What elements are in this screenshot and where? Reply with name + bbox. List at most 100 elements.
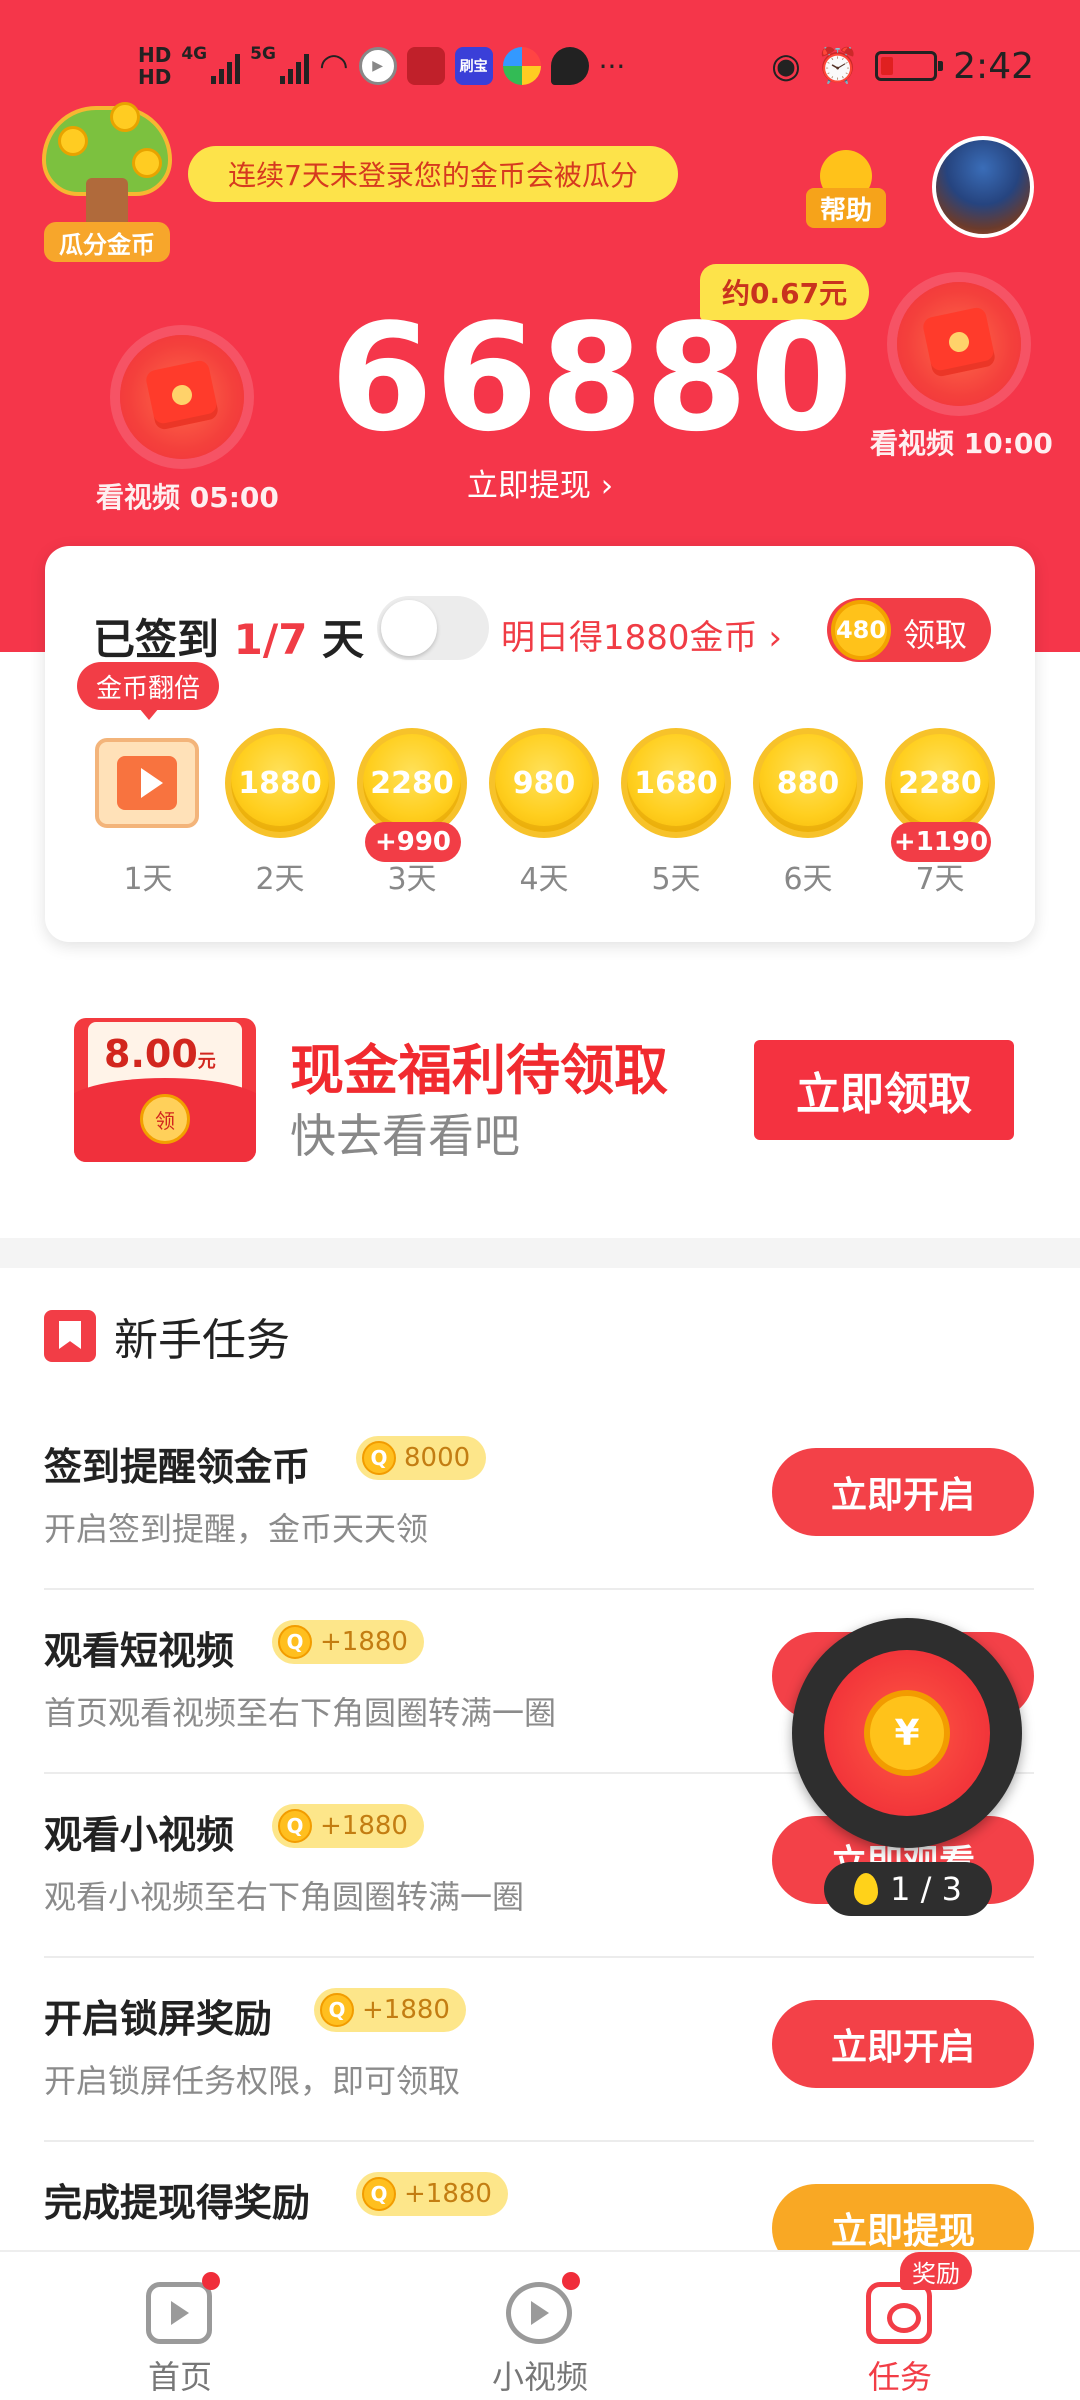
notification-dot — [562, 2272, 580, 2290]
eye-icon: ◉ — [771, 46, 801, 86]
task-reward-badge: Q +1880 — [272, 1804, 424, 1848]
day-item[interactable]: 2280 +990 3天 — [341, 716, 473, 897]
task-reward-value: +1880 — [320, 1627, 408, 1657]
signal-icon — [211, 48, 241, 84]
day-coin-value: 980 — [489, 728, 599, 838]
task-section-title: 新手任务 — [114, 1315, 290, 1366]
day-label: 4天 — [519, 862, 569, 897]
tasks-icon — [866, 2282, 932, 2344]
avatar[interactable] — [932, 136, 1034, 238]
signal-icon — [279, 48, 309, 84]
day-item[interactable]: 980 4天 — [473, 716, 605, 897]
red-packet-right-button[interactable] — [897, 282, 1021, 406]
video-timer-left: 看视频 05:00 — [96, 481, 279, 514]
video-play-icon — [506, 2282, 572, 2344]
coin-icon — [110, 102, 140, 132]
help-label: 帮助 — [806, 188, 886, 228]
task-reward-badge: Q +1880 — [314, 1988, 466, 2032]
task-reward-value: +1880 — [404, 2179, 492, 2209]
task-reward-value: 8000 — [404, 1443, 471, 1473]
withdraw-link[interactable]: 立即提现 › — [440, 460, 640, 505]
help-button[interactable]: 帮助 — [806, 150, 886, 230]
claim-coin-icon: 480 — [831, 600, 891, 660]
checkin-progress: 1/7 — [233, 615, 308, 664]
status-right: ◉ ⏰ 2:42 — [771, 38, 1034, 94]
task-reward-badge: Q +1880 — [272, 1620, 424, 1664]
checkin-status: 已签到 1/7 天 — [93, 606, 364, 667]
task-reward-value: +1880 — [320, 1811, 408, 1841]
red-packet-left-button[interactable] — [120, 335, 244, 459]
nav-short-video[interactable]: 小视频 — [440, 2272, 640, 2396]
day-item[interactable]: 2280 +1190 7天 — [869, 716, 1001, 897]
day-label: 1天 — [123, 862, 173, 897]
day-item[interactable]: 1680 5天 — [605, 716, 737, 897]
bookmark-icon — [44, 1310, 96, 1362]
day-coin-value: 880 — [753, 728, 863, 838]
coin-icon: Q — [278, 1625, 312, 1659]
nav-label: 小视频 — [491, 2358, 588, 2396]
floating-red-packet-button[interactable]: ¥ — [792, 1618, 1022, 1848]
claim-label: 领取 — [903, 616, 968, 654]
hd-indicator: HD HD — [138, 44, 171, 88]
clock: 2:42 — [953, 45, 1034, 87]
task-row: 开启锁屏奖励 Q +1880 开启锁屏任务权限，即可领取 立即开启 — [44, 1958, 1034, 2142]
task-action-button[interactable]: 立即开启 — [772, 1448, 1034, 1536]
checkin-days: 1天 1880 2天 2280 +990 3天 980 4天 1680 5天 8… — [45, 716, 1035, 897]
task-name: 观看小视频 — [44, 1813, 235, 1857]
day-item[interactable]: 880 6天 — [737, 716, 869, 897]
browser-app-icon — [502, 47, 541, 85]
task-description: 首页观看视频至右下角圆圈转满一圈 — [44, 1694, 557, 1732]
coin-icon: Q — [320, 1993, 354, 2027]
claim-button[interactable]: 480 领取 — [827, 598, 991, 662]
alarm-icon: ⏰ — [816, 46, 860, 86]
task-name: 完成提现得奖励 — [44, 2181, 311, 2225]
tv-play-icon — [95, 738, 199, 828]
nav-tasks[interactable]: 任务 — [800, 2272, 1000, 2396]
coin-icon: Q — [362, 2177, 396, 2211]
tomorrow-reward-link[interactable]: 明日得1880金币 › — [501, 610, 782, 659]
red-envelope-icon — [144, 359, 220, 431]
coin-icon — [132, 148, 162, 178]
video-timer-right: 看视频 10:00 — [870, 427, 1053, 460]
toggle-knob — [381, 600, 437, 656]
red-envelope-icon — [921, 306, 997, 378]
day-coin-value: 1880 — [225, 728, 335, 838]
day-item[interactable]: 1天 — [77, 716, 209, 897]
login-notice-banner: 连续7天未登录您的金币会被瓜分 — [188, 146, 678, 202]
floating-progress-text: 1 / 3 — [890, 1870, 962, 1908]
day-label: 6天 — [783, 862, 833, 897]
cash-red-envelope[interactable]: 8.00元 领 — [74, 1018, 256, 1162]
tree-label: 瓜分金币 — [44, 222, 170, 262]
egg-icon — [854, 1873, 879, 1905]
task-reward-badge: Q +1880 — [356, 2172, 508, 2216]
day-label: 3天 — [387, 862, 437, 897]
coin-icon: Q — [362, 1441, 396, 1475]
more-notifications: ··· — [598, 49, 626, 83]
checkin-reminder-toggle[interactable] — [377, 596, 489, 660]
coin-tree-button[interactable]: 瓜分金币 — [22, 96, 192, 266]
task-section-header: 新手任务 — [44, 1306, 290, 1366]
hd2-text: HD — [138, 65, 172, 89]
task-action-button[interactable]: 立即开启 — [772, 2000, 1034, 2088]
nav-home[interactable]: 首页 — [80, 2272, 280, 2396]
task-name: 签到提醒领金币 — [44, 1445, 311, 1489]
day-item[interactable]: 1880 2天 — [209, 716, 341, 897]
envelope-seal-icon: 领 — [140, 1094, 190, 1144]
notification-dot — [202, 2272, 220, 2290]
checkin-suffix: 天 — [307, 615, 365, 664]
chat-app-icon — [550, 47, 589, 85]
reward-badge: 奖励 — [900, 2252, 972, 2290]
day-label: 2天 — [255, 862, 305, 897]
task-row: 签到提醒领金币 Q 8000 开启签到提醒，金币天天领 立即开启 — [44, 1406, 1034, 1590]
tree-trunk-icon — [86, 178, 128, 228]
task-description: 开启锁屏任务权限，即可领取 — [44, 2062, 461, 2100]
network-5g-text: 5G — [250, 44, 276, 64]
yuan-coin-icon: ¥ — [864, 1690, 950, 1776]
claim-cash-button[interactable]: 立即领取 — [754, 1040, 1014, 1140]
cash-subtitle: 快去看看吧 — [290, 1109, 520, 1163]
floating-progress: 1 / 3 — [824, 1862, 992, 1916]
status-left: HD HD 4G 5G ◠ ▶ 刷宝 ··· — [138, 36, 625, 96]
cash-unit: 元 — [197, 1051, 216, 1072]
task-name: 开启锁屏奖励 — [44, 1997, 273, 2041]
cash-amount-value: 8.00 — [104, 1032, 198, 1076]
